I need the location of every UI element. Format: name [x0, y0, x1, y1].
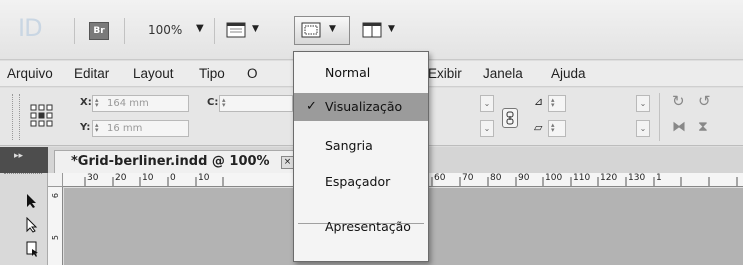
arrange-documents-arrow-icon[interactable]: ▼: [388, 24, 395, 34]
indesign-logo: ID: [18, 14, 43, 42]
menu-option-sangria[interactable]: Sangria: [294, 132, 428, 160]
collapse-panel-icon[interactable]: ▸▸: [14, 151, 23, 161]
ruler-mark: 20: [115, 173, 127, 183]
ruler-mark: 120: [600, 173, 618, 183]
y-position-field[interactable]: ▴ ▾ 16 mm: [92, 120, 189, 137]
selection-tool-icon[interactable]: [24, 193, 40, 209]
ruler-mark: 110: [573, 173, 591, 183]
toolbar-separator: [74, 18, 75, 44]
menu-option-label: Espaçador: [325, 174, 391, 189]
menu-tipo[interactable]: Tipo: [199, 66, 225, 81]
menu-option-visualizacao[interactable]: ✓ Visualização: [294, 93, 428, 121]
vruler-mark: 6: [51, 193, 60, 199]
width-spinner-icon[interactable]: ▴ ▾: [222, 97, 231, 109]
menu-option-espacador[interactable]: Espaçador: [294, 168, 428, 196]
document-tab-title: *Grid-berliner.indd @ 100%: [71, 154, 270, 169]
menu-option-label: Apresentação: [325, 219, 411, 234]
menu-janela[interactable]: Janela: [483, 66, 523, 81]
rotate-angle-field[interactable]: ▴ ▾: [548, 95, 566, 112]
menu-option-label: Normal: [325, 65, 371, 80]
ruler-mark: 90: [518, 173, 530, 183]
scale-y-dropdown-icon[interactable]: ⌄: [480, 120, 494, 137]
screen-mode-menu: Normal ✓ Visualização Sangria Espaçador …: [293, 51, 429, 262]
menu-arquivo[interactable]: Arquivo: [7, 66, 53, 81]
ruler-mark: 130: [628, 173, 646, 183]
menu-ajuda[interactable]: Ajuda: [551, 66, 586, 81]
ruler-mark: 10: [142, 173, 154, 183]
tools-panel-header[interactable]: ▸▸: [0, 147, 48, 173]
view-options-arrow-icon[interactable]: ▼: [252, 24, 259, 34]
x-position-field[interactable]: ▴ ▾ 164 mm: [92, 95, 189, 112]
ruler-mark: 60: [434, 173, 446, 183]
shear-angle-field[interactable]: ▴ ▾: [548, 120, 566, 137]
toolbar-separator: [124, 18, 125, 44]
ruler-mark: 30: [87, 173, 99, 183]
view-options-icon[interactable]: [226, 20, 248, 40]
y-spinner-icon[interactable]: ▴ ▾: [95, 122, 104, 134]
constrain-proportions-icon[interactable]: [502, 108, 518, 128]
ruler-mark: 80: [490, 173, 502, 183]
menu-layout[interactable]: Layout: [133, 66, 174, 81]
toolbar-separator: [214, 18, 215, 44]
arrange-documents-icon[interactable]: [362, 20, 384, 40]
menu-editar[interactable]: Editar: [74, 66, 109, 81]
menu-option-normal[interactable]: Normal: [294, 59, 428, 87]
y-value: 16 mm: [107, 123, 143, 134]
ruler-mark: 0: [170, 173, 176, 183]
x-spinner-icon[interactable]: ▴ ▾: [95, 97, 104, 109]
reference-point-icon[interactable]: [30, 104, 54, 128]
rotate-spinner-icon[interactable]: ▴ ▾: [551, 97, 560, 109]
menu-exibir[interactable]: Exibir: [428, 66, 462, 81]
checkmark-icon: ✓: [306, 99, 317, 114]
vertical-ruler[interactable]: 6 5: [48, 187, 63, 265]
ruler-mark: 70: [462, 173, 474, 183]
ruler-origin[interactable]: [48, 173, 63, 187]
tools-panel: [0, 173, 48, 265]
panel-grip[interactable]: [12, 94, 20, 140]
width-field[interactable]: ▴ ▾: [219, 95, 293, 112]
flip-vertical-icon[interactable]: ⧗: [698, 119, 708, 135]
menu-objeto[interactable]: O: [247, 66, 258, 81]
ruler-mark: 10: [198, 173, 210, 183]
rotate-dropdown-icon[interactable]: ⌄: [636, 95, 650, 112]
screen-mode-arrow-icon: ▼: [329, 24, 336, 34]
bridge-button[interactable]: Br: [89, 22, 109, 40]
x-value: 164 mm: [107, 98, 149, 109]
shear-angle-icon: ▱: [534, 121, 543, 134]
zoom-level[interactable]: 100%: [148, 23, 182, 37]
page-tool-icon[interactable]: [24, 241, 40, 257]
rotate-angle-icon: ⊿: [534, 95, 544, 108]
menu-option-label: Visualização: [325, 99, 403, 114]
ruler-mark: 1: [656, 173, 662, 183]
y-label: Y:: [80, 122, 91, 133]
direct-selection-tool-icon[interactable]: [24, 216, 40, 233]
rotate-cw-icon[interactable]: ↻: [672, 92, 685, 110]
vruler-mark: 5: [51, 235, 60, 241]
shear-spinner-icon[interactable]: ▴ ▾: [551, 122, 560, 134]
rotate-ccw-icon[interactable]: ↺: [698, 92, 711, 110]
screen-mode-button[interactable]: ▼: [294, 16, 350, 45]
zoom-dropdown-arrow-icon[interactable]: ▼: [196, 23, 204, 34]
ruler-mark: 100: [545, 173, 563, 183]
scale-x-dropdown-icon[interactable]: ⌄: [480, 95, 494, 112]
menu-option-apresentacao[interactable]: Apresentação: [294, 213, 428, 241]
flip-horizontal-icon[interactable]: ⧓: [672, 119, 686, 135]
control-separator: [659, 93, 660, 141]
screen-mode-icon: [300, 20, 322, 40]
document-tab[interactable]: *Grid-berliner.indd @ 100% ×: [54, 150, 294, 173]
tools-grip[interactable]: [4, 173, 42, 177]
menu-option-label: Sangria: [325, 138, 373, 153]
shear-dropdown-icon[interactable]: ⌄: [636, 120, 650, 137]
width-label: C:: [207, 97, 219, 108]
x-label: X:: [80, 97, 92, 108]
